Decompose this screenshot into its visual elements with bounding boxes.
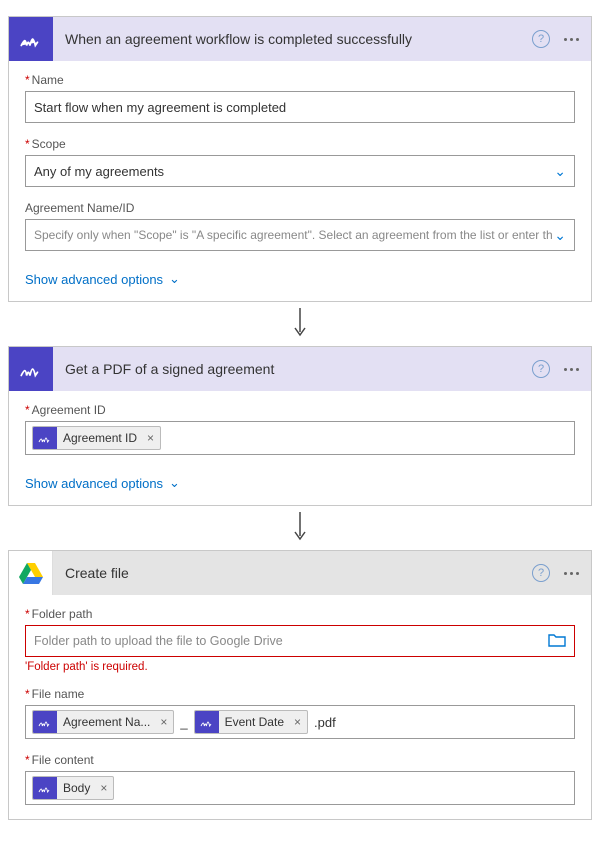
name-label: *Name [25, 73, 575, 87]
adobe-sign-icon [33, 710, 57, 734]
more-menu-icon[interactable] [564, 368, 579, 371]
token-body[interactable]: Body × [32, 776, 114, 800]
trigger-header[interactable]: When an agreement workflow is completed … [9, 17, 591, 61]
createfile-body: *Folder path Folder path to upload the f… [9, 595, 591, 819]
agreementid-input[interactable]: Agreement ID × [25, 421, 575, 455]
filename-input[interactable]: Agreement Na... × _ Event Date × .pdf [25, 705, 575, 739]
filecontent-input[interactable]: Body × [25, 771, 575, 805]
adobe-sign-icon [9, 17, 53, 61]
token-remove-icon[interactable]: × [141, 431, 160, 445]
scope-field: *Scope Any of my agreements ⌄ [25, 137, 575, 187]
trigger-body: *Name *Scope Any of my agreements ⌄ Agre… [9, 61, 591, 267]
agreement-label: Agreement Name/ID [25, 201, 575, 215]
help-icon[interactable]: ? [532, 360, 550, 378]
adobe-sign-icon [195, 710, 219, 734]
agreement-placeholder: Specify only when "Scope" is "A specific… [34, 228, 553, 242]
token-event-date[interactable]: Event Date × [194, 710, 308, 734]
folderpath-placeholder: Folder path to upload the file to Google… [34, 634, 548, 648]
chevron-down-icon: ⌄ [554, 163, 566, 180]
trigger-card: When an agreement workflow is completed … [8, 16, 592, 302]
token-remove-icon[interactable]: × [154, 715, 173, 729]
help-icon[interactable]: ? [532, 30, 550, 48]
show-advanced-link[interactable]: Show advanced options⌄ [9, 471, 196, 505]
token-label: Event Date [219, 715, 288, 729]
folderpath-label: *Folder path [25, 607, 575, 621]
header-actions: ? [532, 360, 591, 378]
show-advanced-link[interactable]: Show advanced options⌄ [9, 267, 196, 301]
chevron-down-icon: ⌄ [169, 271, 180, 287]
agreementid-field: *Agreement ID Agreement ID × [25, 403, 575, 455]
token-label: Agreement ID [57, 431, 141, 445]
token-remove-icon[interactable]: × [94, 781, 113, 795]
more-menu-icon[interactable] [564, 572, 579, 575]
chevron-down-icon: ⌄ [169, 475, 180, 491]
google-drive-icon [9, 551, 53, 595]
scope-value: Any of my agreements [34, 164, 164, 179]
name-field: *Name [25, 73, 575, 123]
name-input[interactable] [25, 91, 575, 123]
createfile-header[interactable]: Create file ? [9, 551, 591, 595]
flow-arrow [8, 512, 592, 542]
getpdf-header[interactable]: Get a PDF of a signed agreement ? [9, 347, 591, 391]
agreementid-label: *Agreement ID [25, 403, 575, 417]
header-actions: ? [532, 564, 591, 582]
adobe-sign-icon [33, 776, 57, 800]
token-label: Agreement Na... [57, 715, 154, 729]
folder-picker-icon[interactable] [548, 633, 566, 650]
folderpath-error: 'Folder path' is required. [25, 661, 575, 673]
createfile-title: Create file [53, 565, 532, 581]
scope-label: *Scope [25, 137, 575, 151]
header-actions: ? [532, 30, 591, 48]
filename-sep: _ [178, 715, 189, 730]
scope-select[interactable]: Any of my agreements ⌄ [25, 155, 575, 187]
filecontent-label: *File content [25, 753, 575, 767]
trigger-title: When an agreement workflow is completed … [53, 31, 532, 47]
getpdf-body: *Agreement ID Agreement ID × [9, 391, 591, 471]
token-remove-icon[interactable]: × [288, 715, 307, 729]
filename-label: *File name [25, 687, 575, 701]
help-icon[interactable]: ? [532, 564, 550, 582]
folderpath-input[interactable]: Folder path to upload the file to Google… [25, 625, 575, 657]
createfile-card: Create file ? *Folder path Folder path t… [8, 550, 592, 820]
filecontent-field: *File content Body × [25, 753, 575, 805]
adobe-sign-icon [33, 426, 57, 450]
token-label: Body [57, 781, 94, 795]
getpdf-card: Get a PDF of a signed agreement ? *Agree… [8, 346, 592, 506]
filename-field: *File name Agreement Na... × _ Event Dat… [25, 687, 575, 739]
token-agreement-id[interactable]: Agreement ID × [32, 426, 161, 450]
flow-arrow [8, 308, 592, 338]
folderpath-field: *Folder path Folder path to upload the f… [25, 607, 575, 673]
agreement-field: Agreement Name/ID Specify only when "Sco… [25, 201, 575, 251]
more-menu-icon[interactable] [564, 38, 579, 41]
token-agreement-name[interactable]: Agreement Na... × [32, 710, 174, 734]
filename-suffix: .pdf [312, 715, 338, 730]
getpdf-title: Get a PDF of a signed agreement [53, 361, 532, 377]
agreement-select[interactable]: Specify only when "Scope" is "A specific… [25, 219, 575, 251]
chevron-down-icon: ⌄ [554, 227, 566, 244]
adobe-sign-icon [9, 347, 53, 391]
